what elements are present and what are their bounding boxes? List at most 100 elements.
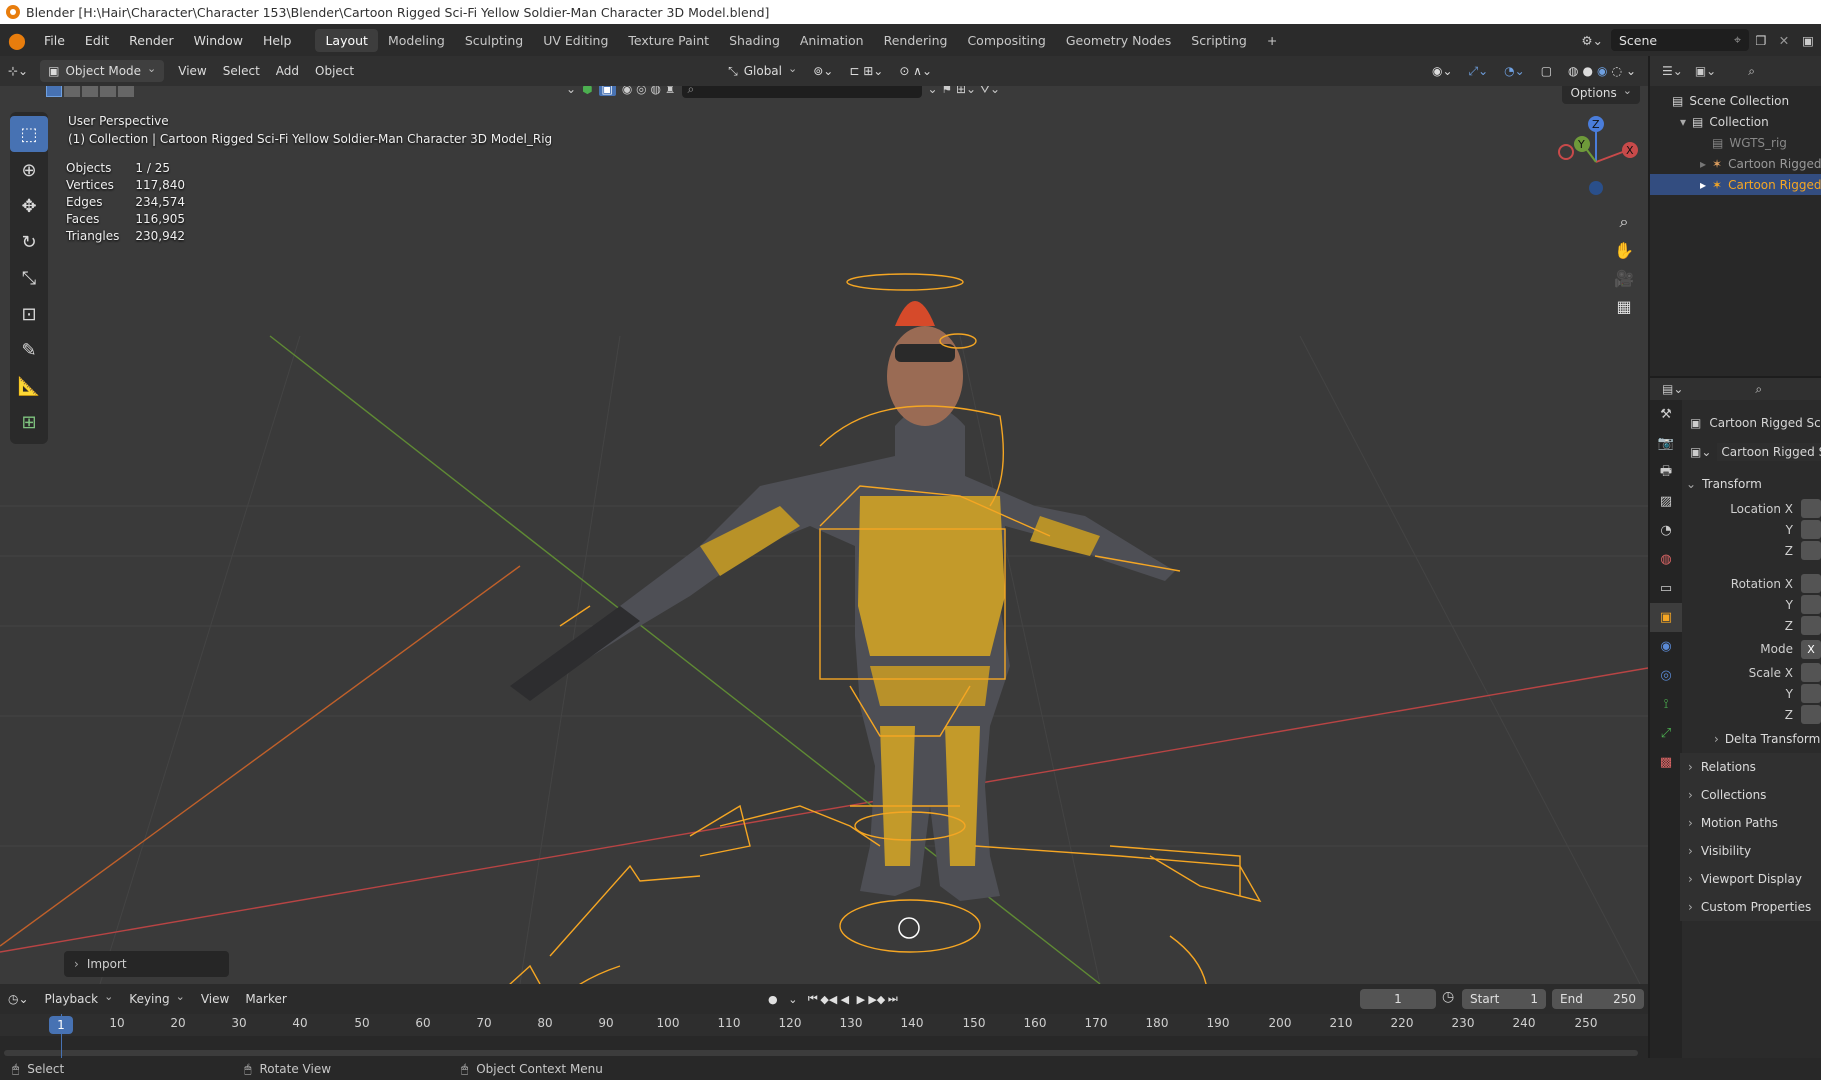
display-mode-icon[interactable]: ▣⌄ [1695,64,1716,78]
outliner-collection[interactable]: ▾ ▤ Collection [1650,111,1821,132]
move-tool-icon[interactable]: ✥ [10,188,48,224]
cursor-tool-icon[interactable]: ⊕ [10,152,48,188]
add-workspace-button[interactable]: + [1257,29,1287,52]
tab-sculpting[interactable]: Sculpting [455,29,533,52]
constraint-props-icon[interactable]: ⟟ [1650,690,1682,719]
view-layer-props-icon[interactable]: ▨ [1650,487,1682,516]
tab-layout[interactable]: Layout [315,28,378,52]
blender-menu-icon[interactable]: ⬤ [0,31,34,50]
properties-search-icon[interactable]: ⌕ [1755,382,1762,397]
select-subtract-icon[interactable] [82,86,98,97]
select-menu[interactable]: Select [215,60,268,82]
rotate-tool-icon[interactable]: ↻ [10,224,48,260]
custom-properties-section[interactable]: › Custom Properties [1680,893,1821,921]
select-box-tool-icon[interactable]: ⬚ [10,116,48,152]
location-x-field[interactable] [1801,499,1821,518]
tab-animation[interactable]: Animation [790,29,874,52]
outliner-item[interactable]: ▸ ✶ Cartoon Rigged [1650,153,1821,174]
playhead-frame[interactable]: 1 [49,1016,73,1034]
tab-geometry-nodes[interactable]: Geometry Nodes [1056,29,1181,52]
tab-scripting[interactable]: Scripting [1181,29,1257,52]
location-z-field[interactable] [1801,541,1821,560]
options-button[interactable]: Options [1562,86,1640,104]
new-scene-icon[interactable]: ❐ [1749,33,1773,48]
object-data-field[interactable]: Cartoon Rigged Sc [1717,443,1821,461]
proportional-edit-icon[interactable]: ⊙ ∧⌄ [891,60,940,82]
tab-rendering[interactable]: Rendering [874,29,958,52]
last-operator-panel[interactable]: › Import [64,951,229,977]
keying-menu[interactable]: Keying [121,988,193,1010]
menu-render[interactable]: Render [119,33,184,48]
keyframe-dropdown-icon[interactable]: ⌄ [781,990,805,1008]
record-icon[interactable]: ● [765,990,781,1008]
chevron-right-icon[interactable]: ▸ [1700,157,1706,171]
viewport-display-section[interactable]: › Viewport Display [1680,865,1821,893]
navigation-gizmo[interactable]: Z Y X [1548,110,1638,200]
jump-end-icon[interactable]: ⏭ [885,990,901,1008]
marker-menu[interactable]: Marker [237,988,294,1010]
filter-icons[interactable]: ◉ ◎ ◍ ♜ [622,86,676,96]
scene-props-icon[interactable]: ◔ [1650,516,1682,545]
delete-scene-icon[interactable]: ✕ [1773,33,1795,48]
snap-icon[interactable]: ⊏ ⊞⌄ [841,60,891,82]
object-data-icon[interactable]: ▣⌄ [1690,445,1711,459]
tab-shading[interactable]: Shading [719,29,790,52]
view-menu[interactable]: View [170,60,214,82]
start-frame-field[interactable]: Start 1 [1462,989,1546,1009]
modifier-props-icon[interactable]: ◉ [1650,632,1682,661]
pin-icon[interactable]: ⌖ [1734,32,1741,48]
scene-selector[interactable]: Scene ⌖ [1611,29,1749,51]
select-invert-icon[interactable] [100,86,116,97]
gizmo-neg-x-icon[interactable] [1558,144,1574,160]
select-intersect-icon[interactable] [118,86,134,97]
scale-y-field[interactable] [1801,684,1821,703]
tab-texture-paint[interactable]: Texture Paint [618,29,719,52]
shading-modes[interactable]: ◍● ◉ ◌⌄ [1560,60,1648,82]
location-y-field[interactable] [1801,520,1821,539]
prev-keyframe-icon[interactable]: ◆◀ [820,990,837,1008]
output-props-icon[interactable]: 🖶 [1650,458,1682,487]
properties-editor-icon[interactable]: ▤⌄ [1662,382,1683,396]
add-menu[interactable]: Add [268,60,307,82]
select-extend-icon[interactable] [64,86,80,97]
render-props-icon[interactable]: 📷 [1650,429,1682,458]
pan-hand-icon[interactable]: ✋ [1610,236,1638,264]
timeline-view-menu[interactable]: View [193,988,237,1010]
chevron-down-icon[interactable]: ▾ [1680,115,1686,129]
xray-icon[interactable]: ▢ [1533,60,1560,82]
current-frame-field[interactable]: 1 [1360,989,1436,1009]
visibility-icon[interactable]: ◉⌄ [1424,60,1461,82]
data-props-icon[interactable]: ⤢ [1650,719,1682,748]
3d-cursor[interactable] [898,917,920,939]
mode-dropdown[interactable]: ▣ Object Mode [40,60,165,82]
object-menu[interactable]: Object [307,60,362,82]
scene-type-icon[interactable]: ⚙⌄ [1581,33,1603,48]
menu-window[interactable]: Window [184,33,253,48]
zoom-icon[interactable]: ⌕ [1610,208,1638,236]
texture-props-icon[interactable]: ▩ [1650,748,1682,777]
collection-props-icon[interactable]: ▭ [1650,574,1682,603]
outliner-item[interactable]: ▤ WGTS_rig [1650,132,1821,153]
measure-tool-icon[interactable]: 📐 [10,368,48,404]
view-layer-icon[interactable]: ▣ [1795,33,1821,48]
rotation-mode-dropdown[interactable]: X [1801,639,1821,659]
outliner-search-icon[interactable]: ⌕ [1748,64,1755,79]
menu-edit[interactable]: Edit [75,33,119,48]
transform-tool-icon[interactable]: ⊡ [10,296,48,332]
viewport-search-field[interactable]: ⌕ [681,86,922,98]
tab-modeling[interactable]: Modeling [378,29,455,52]
annotate-tool-icon[interactable]: ✎ [10,332,48,368]
rotation-x-field[interactable] [1801,574,1821,593]
playback-menu[interactable]: Playback [37,988,122,1010]
rotation-y-field[interactable] [1801,595,1821,614]
gizmo-toggle-icon[interactable]: ⤢⌄ [1461,60,1497,82]
editor-type-icon[interactable]: ⊹⌄ [0,60,36,82]
next-keyframe-icon[interactable]: ▶◆ [868,990,885,1008]
filter-active-icon[interactable]: ▣ [598,86,616,96]
preview-range-icon[interactable]: ◷ [1442,989,1454,1005]
scale-z-field[interactable] [1801,705,1821,724]
gizmo-neg-z-icon[interactable] [1589,181,1603,195]
object-name-field[interactable]: Cartoon Rigged Sci-F [1709,416,1821,430]
visibility-section[interactable]: › Visibility [1680,837,1821,865]
timeline-scrollbar[interactable] [4,1050,1638,1056]
